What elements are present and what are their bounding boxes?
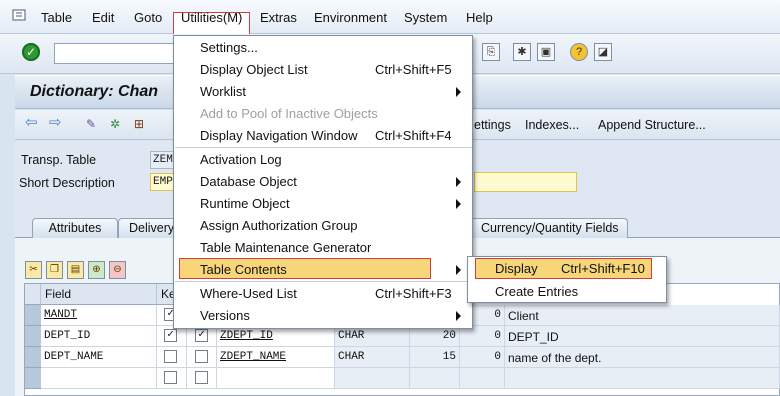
menu-item-table-contents[interactable]: Table Contents [174,259,472,281]
menu-environment[interactable]: Environment [314,10,387,25]
menu-item-activation-log[interactable]: Activation Log [174,149,472,171]
submenu-arrow-icon [456,199,461,209]
initial-values-checkbox[interactable] [195,371,208,384]
utilities-dropdown-menu: Settings... Display Object List Ctrl+Shi… [173,35,473,329]
page-title: Dictionary: Chan [30,83,159,100]
menu-help[interactable]: Help [466,10,493,25]
transp-table-label: Transp. Table [21,153,97,167]
create-shortcut-icon[interactable]: ✱ [513,43,531,61]
indexes-button[interactable]: Indexes... [525,118,579,132]
menu-item-table-maintenance-generator[interactable]: Table Maintenance Generator [174,237,472,259]
command-field[interactable] [54,43,176,64]
table-cell-data-element[interactable] [217,368,335,389]
table-cell-decimals: 0 [460,326,505,347]
menu-item-runtime-object[interactable]: Runtime Object [174,193,472,215]
key-checkbox[interactable]: ✓ [164,329,177,342]
table-cell-data-element[interactable]: ZDEPT_NAME [217,347,335,368]
table-cell-description: Client [505,305,780,326]
submenu-arrow-icon [456,265,461,275]
column-header-field[interactable]: Field [41,284,157,305]
enter-checkmark-icon[interactable]: ✓ [22,43,40,61]
table-cell-length [410,368,460,389]
menu-item-display-object-list[interactable]: Display Object List Ctrl+Shift+F5 [174,59,472,81]
submenu-arrow-icon [456,311,461,321]
table-cell-key [157,347,187,368]
table-cell-data-type: CHAR [335,347,410,368]
back-arrow-icon[interactable]: ⇦ [25,115,41,130]
table-cell-key [157,368,187,389]
menu-bar: Table Edit Goto Utilities(M) Extras Envi… [0,0,780,35]
table-cell-description: name of the dept. [505,347,780,368]
row-selector[interactable] [25,368,41,389]
menu-edit[interactable]: Edit [92,10,114,25]
key-checkbox[interactable] [164,371,177,384]
window-menu-icon[interactable] [12,9,28,23]
table-cell-key: ✓ [157,326,187,347]
submenu-arrow-icon [456,87,461,97]
forward-arrow-icon[interactable]: ⇨ [49,115,65,130]
layout-icon[interactable]: ▣ [537,43,555,61]
menu-item-database-object[interactable]: Database Object [174,171,472,193]
append-structure-button[interactable]: Append Structure... [598,118,706,132]
table-cell-length: 15 [410,347,460,368]
menu-item-add-to-pool: Add to Pool of Inactive Objects [200,106,378,121]
select-all-corner[interactable] [25,284,41,305]
menu-utilities[interactable]: Utilities(M) [181,10,242,25]
menu-item-versions[interactable]: Versions [174,305,472,327]
table-cell-init [187,347,217,368]
table-cell-init: ✓ [187,326,217,347]
table-cell-decimals [460,368,505,389]
menu-item-assign-authorization-group[interactable]: Assign Authorization Group [174,215,472,237]
table-cell-data-type: CHAR [335,326,410,347]
table-cell-description [505,368,780,389]
delete-row-icon[interactable]: ⊖ [109,261,126,279]
table-cell-field[interactable] [41,368,157,389]
menu-separator [175,147,472,148]
customize-layout-icon[interactable]: ◪ [594,43,612,61]
change-display-icon[interactable]: ✎ [83,116,99,132]
menu-item-where-used-list[interactable]: Where-Used List Ctrl+Shift+F3 [174,283,472,305]
cut-icon[interactable]: ✂ [25,261,42,279]
submenu-item-create-entries[interactable]: Create Entries [468,281,666,303]
row-selector[interactable] [25,326,41,347]
submenu-item-display[interactable]: Display Ctrl+Shift+F10 [468,258,666,280]
paste-icon[interactable]: ▤ [67,261,84,279]
row-selector[interactable] [25,347,41,368]
tab-currency-quantity-fields[interactable]: Currency/Quantity Fields [470,218,628,238]
menu-item-display-navigation-window[interactable]: Display Navigation Window Ctrl+Shift+F4 [174,125,472,147]
technical-settings-button[interactable]: ettings [474,118,511,132]
menu-goto[interactable]: Goto [134,10,162,25]
activate-icon[interactable]: ⊞ [131,116,147,132]
table-contents-submenu: Display Ctrl+Shift+F10 Create Entries [467,256,667,303]
initial-values-checkbox[interactable] [195,350,208,363]
row-selector[interactable] [25,305,41,326]
copy-icon[interactable]: ❐ [46,261,63,279]
table-cell-field[interactable]: MANDT [41,305,157,326]
initial-values-checkbox[interactable]: ✓ [195,329,208,342]
table-cell-data-type [335,368,410,389]
submenu-arrow-icon [456,177,461,187]
short-description-label: Short Description [19,176,115,190]
table-cell-length: 20 [410,326,460,347]
check-objects-icon[interactable]: ✲ [107,116,123,132]
menu-item-settings[interactable]: Settings... [174,37,472,59]
key-checkbox[interactable] [164,350,177,363]
menu-extras[interactable]: Extras [260,10,297,25]
new-session-icon[interactable]: ⎘ [482,43,500,61]
menu-table[interactable]: Table [41,10,72,25]
help-icon[interactable]: ? [570,43,588,61]
table-cell-init [187,368,217,389]
table-cell-description: DEPT_ID [505,326,780,347]
tab-attributes[interactable]: Attributes [32,218,118,238]
menu-system[interactable]: System [404,10,447,25]
insert-row-icon[interactable]: ⊕ [88,261,105,279]
menu-separator [175,281,472,282]
tab-delivery[interactable]: Delivery [118,218,178,238]
table-cell-data-element[interactable]: ZDEPT_ID [217,326,335,347]
table-cell-field[interactable]: DEPT_NAME [41,347,157,368]
menu-item-worklist[interactable]: Worklist [174,81,472,103]
table-cell-decimals: 0 [460,347,505,368]
short-description-input-tail[interactable] [474,172,577,192]
table-cell-field[interactable]: DEPT_ID [41,326,157,347]
